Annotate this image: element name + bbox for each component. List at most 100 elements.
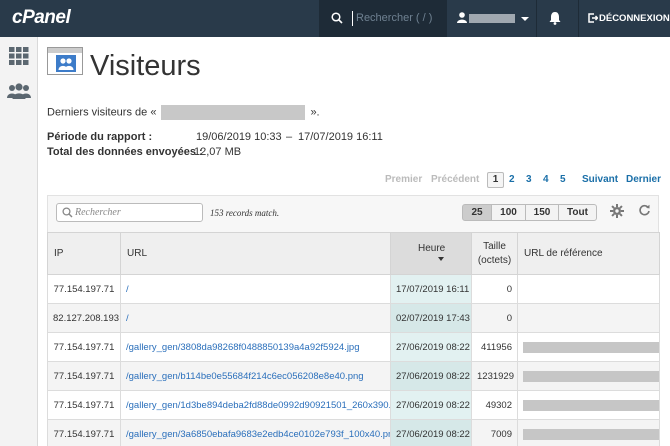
users-icon[interactable] xyxy=(6,83,32,99)
cell-ref xyxy=(517,303,660,333)
per-page-all[interactable]: Tout xyxy=(558,204,597,221)
cell-size: 0 xyxy=(471,274,518,304)
pagination-last[interactable]: Dernier xyxy=(626,174,661,185)
visitors-icon xyxy=(47,47,83,75)
column-header-taille[interactable]: Taille (octets) xyxy=(471,232,518,275)
cell-url-link[interactable]: /gallery_gen/3808da98268f0488850139a4a92… xyxy=(120,332,391,362)
redacted-referrer xyxy=(523,370,659,382)
table-row: 77.154.197.71 /gallery_gen/b114be0e55684… xyxy=(47,361,660,391)
report-period-separator: – xyxy=(286,131,293,143)
page-subtitle: Derniers visiteurs de « ». xyxy=(47,105,320,120)
cpanel-logo[interactable]: cPanel xyxy=(12,7,71,29)
pagination-first: Premier xyxy=(385,174,423,185)
refresh-icon[interactable] xyxy=(638,204,651,217)
cell-size: 0 xyxy=(471,303,518,333)
column-header-ip[interactable]: IP xyxy=(47,232,121,275)
pagination-prev: Précédent xyxy=(431,174,480,185)
pagination-page-3[interactable]: 3 xyxy=(526,174,532,185)
total-data-value: 12,07 MB xyxy=(194,146,242,158)
column-header-heure[interactable]: Heure xyxy=(390,232,472,275)
report-period-label: Période du rapport : xyxy=(47,131,153,143)
sort-desc-icon xyxy=(438,256,444,261)
cell-heure: 27/06/2019 08:22 xyxy=(390,361,472,391)
cell-ref xyxy=(517,390,660,420)
table-row: 77.154.197.71 / 17/07/2019 16:11 0 xyxy=(47,274,660,304)
redacted-referrer xyxy=(523,399,659,411)
visitors-table: IP URL Heure Taille (octets) URL de référ… xyxy=(47,232,660,446)
cell-size: 411956 xyxy=(471,332,518,362)
cell-size: 49302 xyxy=(471,390,518,420)
subtitle-suffix: ». xyxy=(310,106,320,119)
cell-heure: 17/07/2019 16:11 xyxy=(390,274,472,304)
bell-icon[interactable] xyxy=(548,11,562,25)
cell-ref xyxy=(517,332,660,362)
logout-icon xyxy=(588,13,598,23)
grid-icon[interactable] xyxy=(9,47,29,65)
cell-url-link[interactable]: / xyxy=(120,274,391,304)
top-bar: cPanel Rechercher ( / ) DÉCONNEXION xyxy=(0,0,670,37)
cell-url-link[interactable]: /gallery_gen/b114be0e55684f214c6ec056208… xyxy=(120,361,391,391)
cell-ip: 77.154.197.71 xyxy=(47,332,121,362)
redacted-domain xyxy=(161,105,306,120)
report-period-end: 17/07/2019 16:11 xyxy=(298,131,383,143)
pagination-page-1[interactable]: 1 xyxy=(487,172,504,188)
logout-button[interactable]: DÉCONNEXION xyxy=(578,0,670,37)
redacted-referrer xyxy=(523,428,659,440)
per-page-25[interactable]: 25 xyxy=(462,204,492,221)
subtitle-prefix: Derniers visiteurs de « xyxy=(47,106,157,119)
text-caret xyxy=(352,11,353,26)
table-row: 77.154.197.71 /gallery_gen/3808da98268f0… xyxy=(47,332,660,362)
column-header-taille-line1: Taille xyxy=(483,240,506,252)
search-icon xyxy=(62,207,73,218)
redacted-username xyxy=(469,14,515,23)
records-count: 153 records match. xyxy=(210,208,280,218)
table-row: 82.127.208.193 / 02/07/2019 17:43 0 xyxy=(47,303,660,333)
cell-ip: 77.154.197.71 xyxy=(47,361,121,391)
column-header-taille-line2: (octets) xyxy=(477,254,512,266)
table-row: 77.154.197.71 /gallery_gen/1d3be894deba2… xyxy=(47,390,660,420)
per-page-100[interactable]: 100 xyxy=(491,204,526,221)
cell-ip: 82.127.208.193 xyxy=(47,303,121,333)
cell-ip: 77.154.197.71 xyxy=(47,390,121,420)
cell-heure: 27/06/2019 08:22 xyxy=(390,332,472,362)
cell-ref xyxy=(517,419,660,446)
global-search-placeholder: Rechercher ( / ) xyxy=(356,12,433,24)
cell-url-link[interactable]: /gallery_gen/1d3be894deba2fd88de0992d909… xyxy=(120,390,391,420)
visitors-icon-window-bar xyxy=(48,48,82,53)
cell-size: 1231929 xyxy=(471,361,518,391)
table-header-row: IP URL Heure Taille (octets) URL de référ… xyxy=(47,232,660,275)
report-period-start: 19/06/2019 10:33 xyxy=(196,131,282,143)
cell-ip: 77.154.197.71 xyxy=(47,274,121,304)
table-search-placeholder: Rechercher xyxy=(75,207,121,218)
cell-url-link[interactable]: /gallery_gen/3a6850ebafa9683e2edb4ce0102… xyxy=(120,419,391,446)
chevron-down-icon xyxy=(521,17,529,21)
page-title: Visiteurs xyxy=(90,50,201,82)
pagination-page-2[interactable]: 2 xyxy=(509,174,515,185)
pagination-page-5[interactable]: 5 xyxy=(560,174,566,185)
per-page-150[interactable]: 150 xyxy=(525,204,559,221)
gear-icon[interactable] xyxy=(610,204,624,218)
cell-heure: 27/06/2019 08:22 xyxy=(390,419,472,446)
cell-url-link[interactable]: / xyxy=(120,303,391,333)
visitors-icon-glyph xyxy=(56,55,76,72)
search-icon xyxy=(331,12,343,24)
pagination-page-4[interactable]: 4 xyxy=(543,174,549,185)
cell-ip: 77.154.197.71 xyxy=(47,419,121,446)
table-search-input[interactable]: Rechercher xyxy=(56,203,203,222)
user-icon xyxy=(457,12,467,23)
redacted-referrer xyxy=(523,341,659,353)
column-header-heure-label: Heure xyxy=(418,242,446,254)
column-header-ref[interactable]: URL de référence xyxy=(517,232,660,275)
table-row: 77.154.197.71 /gallery_gen/3a6850ebafa96… xyxy=(47,419,660,446)
total-data-label: Total des données envoyées : xyxy=(47,146,203,158)
cell-heure: 27/06/2019 08:22 xyxy=(390,390,472,420)
user-menu[interactable] xyxy=(446,0,537,37)
cell-ref xyxy=(517,361,660,391)
global-search[interactable]: Rechercher ( / ) xyxy=(319,0,446,37)
cell-ref xyxy=(517,274,660,304)
pagination-next[interactable]: Suivant xyxy=(582,174,618,185)
left-rail xyxy=(0,37,38,446)
column-header-url[interactable]: URL xyxy=(120,232,391,275)
cell-heure: 02/07/2019 17:43 xyxy=(390,303,472,333)
logout-label: DÉCONNEXION xyxy=(599,13,670,24)
